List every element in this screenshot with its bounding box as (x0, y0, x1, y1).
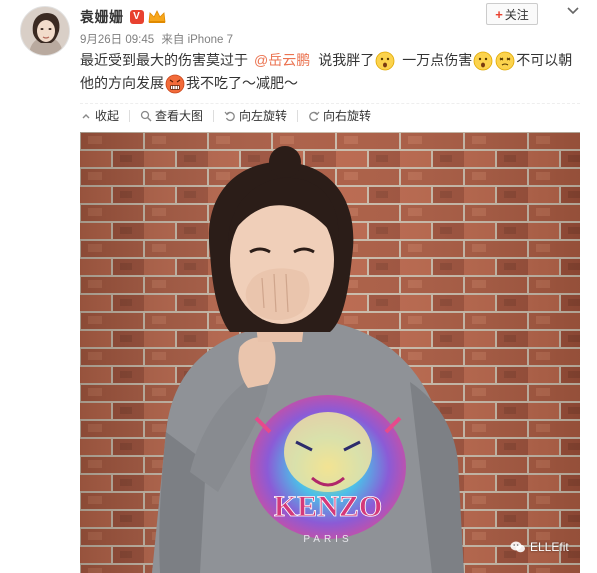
toolbar-divider (297, 109, 299, 122)
post-text-line-2: 他的方向发展 我不吃了～减肥～ (80, 72, 580, 95)
text-segment: 我不吃了～减肥～ (186, 75, 298, 91)
user-name[interactable]: 袁姗姗 (80, 7, 124, 27)
plus-icon: + (495, 6, 503, 22)
sweater-brand-text: KENZO (274, 490, 382, 523)
rotate-left-label: 向左旋转 (239, 109, 288, 123)
rotate-right-button[interactable]: 向右旋转 (308, 107, 371, 124)
mention-link[interactable]: @岳云鹏 (254, 49, 310, 72)
dizzy-emoji-icon (495, 51, 515, 70)
text-segment: 他的方向发展 (80, 75, 164, 91)
view-large-button[interactable]: 查看大图 (140, 107, 203, 124)
follow-button[interactable]: + 关注 (486, 3, 538, 25)
text-segment: 不可以朝 (516, 52, 573, 68)
post-source: 来自 iPhone 7 (161, 34, 233, 46)
post-photo[interactable]: KENZO PARIS (80, 132, 580, 573)
magnifier-icon (140, 110, 152, 121)
post-text-line-1: 最近受到最大的伤害莫过于 @岳云鹏 说我胖了 一万点伤害 不可以朝 (80, 49, 580, 72)
toolbar-divider (129, 109, 131, 122)
text-segment: 最近受到最大的伤害莫过于 (80, 52, 248, 68)
rotate-left-button[interactable]: 向左旋转 (224, 107, 287, 124)
post-date[interactable]: 9月26日 09:45 (80, 34, 154, 46)
user-name-row: 袁姗姗 V (80, 8, 166, 26)
sweater-subtext: PARIS (303, 534, 352, 545)
avatar[interactable] (20, 6, 70, 56)
watermark: ELLEfit (510, 540, 569, 554)
follow-label: 关注 (504, 7, 529, 22)
wechat-icon (510, 541, 525, 553)
post-text: 最近受到最大的伤害莫过于 @岳云鹏 说我胖了 一万点伤害 不可以朝 他的方向发展… (80, 49, 580, 95)
collapse-button[interactable]: 收起 (80, 107, 119, 124)
view-large-label: 查看大图 (155, 109, 204, 123)
angry-emoji-icon (165, 74, 185, 93)
surprised-emoji-icon (473, 51, 493, 70)
surprised-emoji-icon (375, 51, 395, 70)
watermark-label: ELLEfit (530, 540, 569, 554)
toolbar-divider (213, 109, 215, 122)
rotate-left-icon (224, 111, 235, 121)
image-toolbar: 收起 查看大图 向左旋转 向右旋转 (80, 103, 580, 127)
chevron-down-icon[interactable] (566, 4, 580, 18)
vip-crown-icon (148, 10, 166, 24)
verified-icon: V (129, 10, 144, 24)
text-segment: 一万点伤害 (402, 52, 473, 68)
text-segment: 说我胖了 (318, 52, 375, 68)
rotate-right-icon (309, 111, 320, 121)
rotate-right-label: 向右旋转 (323, 109, 372, 123)
post-meta: 9月26日 09:45 来自 iPhone 7 (80, 31, 237, 47)
weibo-post: 袁姗姗 V + 关注 9月26日 09:45 来自 iPhone 7 最近受到最… (0, 0, 597, 573)
collapse-icon (82, 113, 90, 118)
collapse-label: 收起 (95, 109, 120, 123)
